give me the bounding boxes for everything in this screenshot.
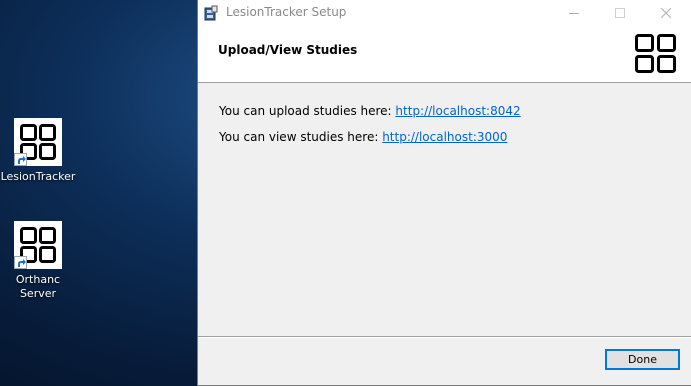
done-button[interactable]: Done bbox=[605, 349, 680, 370]
maximize-button[interactable] bbox=[597, 0, 643, 26]
page-header: Upload/View Studies bbox=[198, 26, 691, 83]
view-link[interactable]: http://localhost:3000 bbox=[382, 130, 507, 144]
close-button[interactable] bbox=[643, 0, 689, 26]
installer-icon bbox=[203, 5, 219, 21]
window-title: LesionTracker Setup bbox=[226, 5, 347, 19]
desktop-icon-lesiontracker[interactable]: LesionTracker bbox=[0, 118, 76, 184]
shortcut-arrow-icon bbox=[14, 256, 27, 269]
close-icon bbox=[661, 8, 671, 18]
view-line: You can view studies here: http://localh… bbox=[219, 130, 521, 156]
desktop-icon-label: LesionTracker bbox=[0, 170, 76, 183]
four-squares-logo-icon bbox=[635, 34, 677, 78]
setup-window: LesionTracker Setup Upload/View Studies bbox=[197, 0, 691, 386]
minimize-button[interactable] bbox=[551, 0, 597, 26]
four-squares-logo-icon bbox=[14, 118, 62, 166]
upload-line: You can upload studies here: http://loca… bbox=[219, 104, 521, 130]
minimize-icon bbox=[569, 13, 579, 14]
four-squares-logo-icon bbox=[14, 221, 62, 269]
title-bar[interactable]: LesionTracker Setup bbox=[198, 0, 691, 26]
page-title: Upload/View Studies bbox=[218, 43, 358, 57]
footer-divider bbox=[198, 336, 691, 338]
maximize-icon bbox=[615, 8, 625, 18]
desktop-icon-orthanc-server[interactable]: Orthanc Server bbox=[0, 221, 76, 301]
shortcut-arrow-icon bbox=[14, 153, 27, 166]
view-text: You can view studies here: bbox=[219, 130, 383, 144]
content-area: You can upload studies here: http://loca… bbox=[219, 104, 521, 156]
desktop-icon-label: Orthanc Server bbox=[15, 273, 61, 300]
upload-text: You can upload studies here: bbox=[219, 104, 396, 118]
upload-link[interactable]: http://localhost:8042 bbox=[395, 104, 520, 118]
